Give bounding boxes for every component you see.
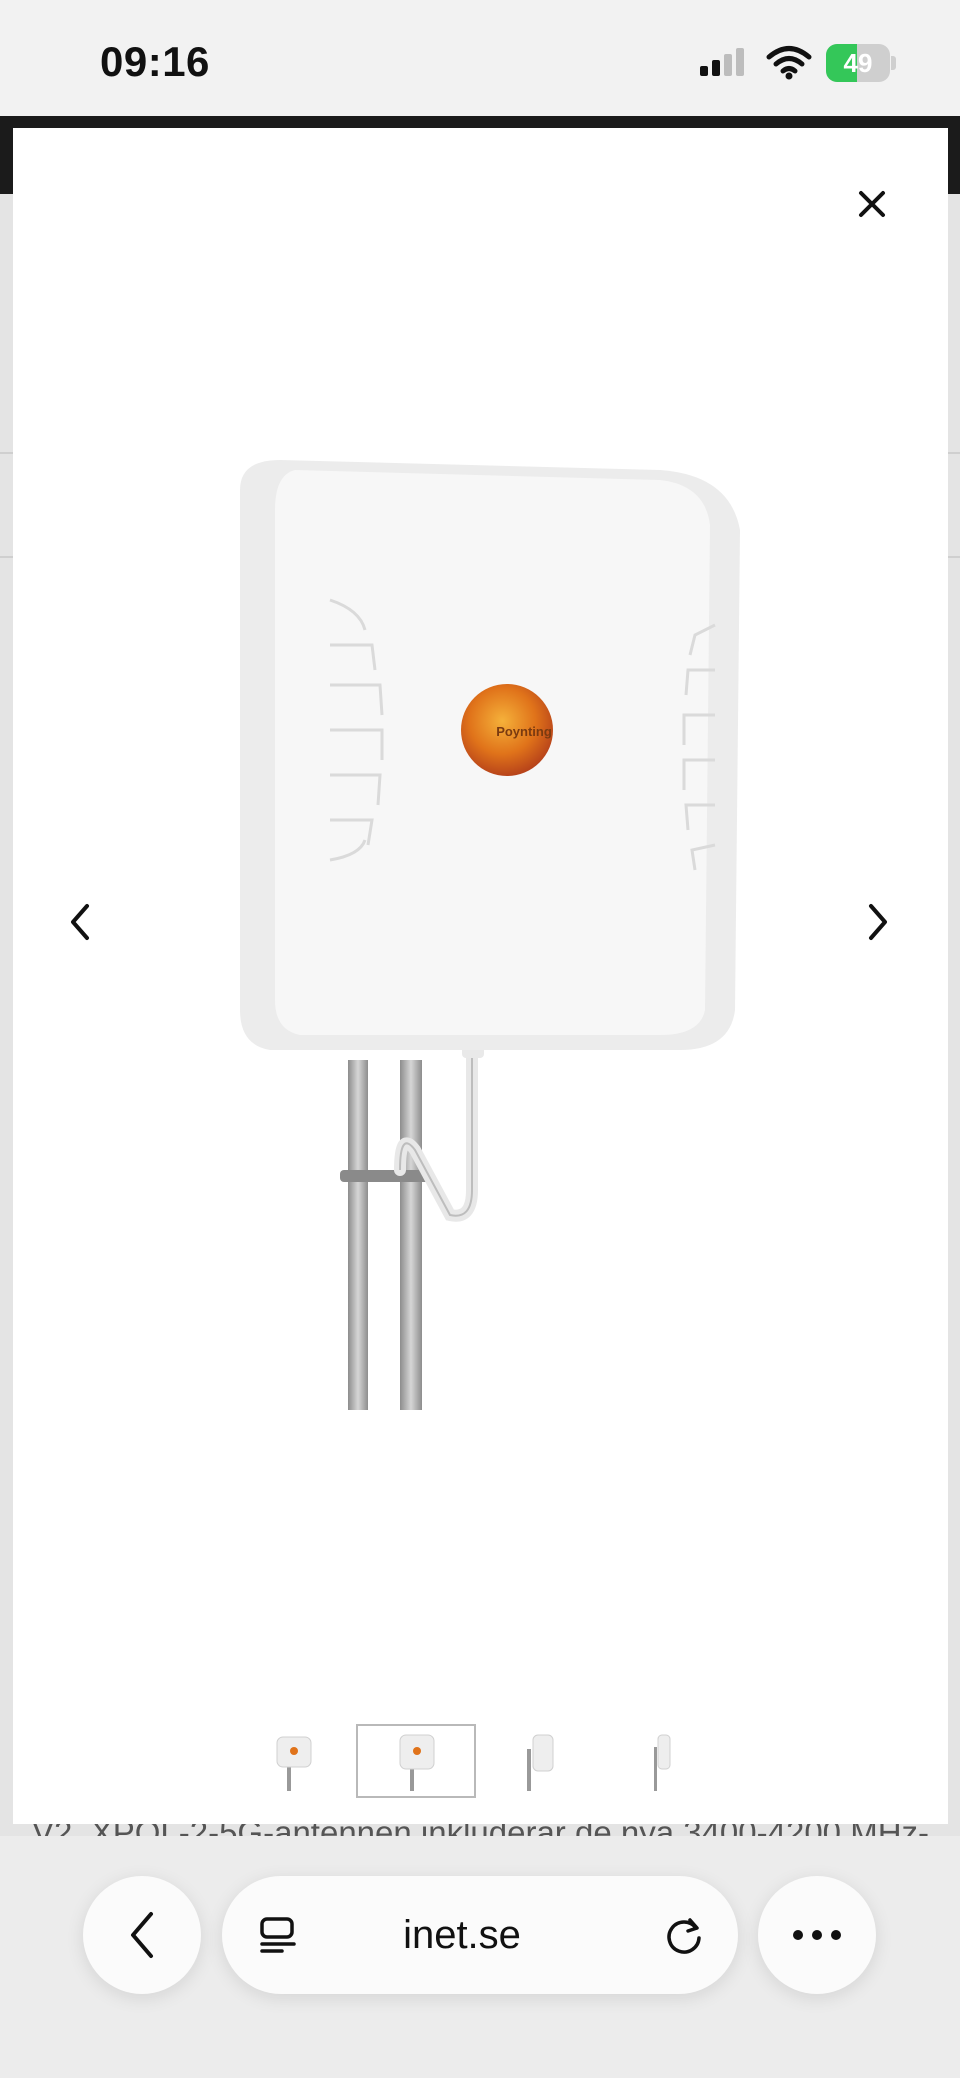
previous-image-button[interactable] [50,892,110,952]
reload-icon[interactable] [662,1914,706,1958]
thumbnail-2[interactable] [356,1724,476,1798]
signal-icon [700,48,744,76]
more-icon [793,1930,841,1940]
thumbnail-3[interactable] [477,1724,597,1798]
battery-icon: 49 [826,44,896,82]
chevron-left-icon [131,1912,153,1958]
browser-toolbar: inet.se [0,1836,960,2078]
logo-text: Poynting [496,724,552,739]
thumbnail-image [527,1734,554,1791]
close-icon [859,191,885,217]
thumbnail-image [276,1736,312,1791]
image-gallery-modal: Poynting [13,128,948,1824]
reader-icon[interactable] [258,1916,298,1954]
thumbnail-image [654,1734,671,1791]
wifi-icon [766,46,812,80]
more-button[interactable] [758,1876,876,1994]
battery-level: 49 [843,48,873,78]
thumbnail-4[interactable] [598,1724,718,1798]
thumbnail-1[interactable] [235,1724,355,1798]
status-time: 09:16 [100,38,210,85]
address-bar[interactable]: inet.se [222,1876,738,1994]
chevron-right-icon [869,904,887,940]
next-image-button[interactable] [848,892,908,952]
chevron-left-icon [71,904,89,940]
product-image: Poynting [240,460,740,1410]
url-text: inet.se [403,1913,521,1957]
thumbnail-image [399,1734,435,1791]
status-bar: 09:16 49 [0,0,960,116]
back-button[interactable] [83,1876,201,1994]
close-button[interactable] [843,175,901,233]
